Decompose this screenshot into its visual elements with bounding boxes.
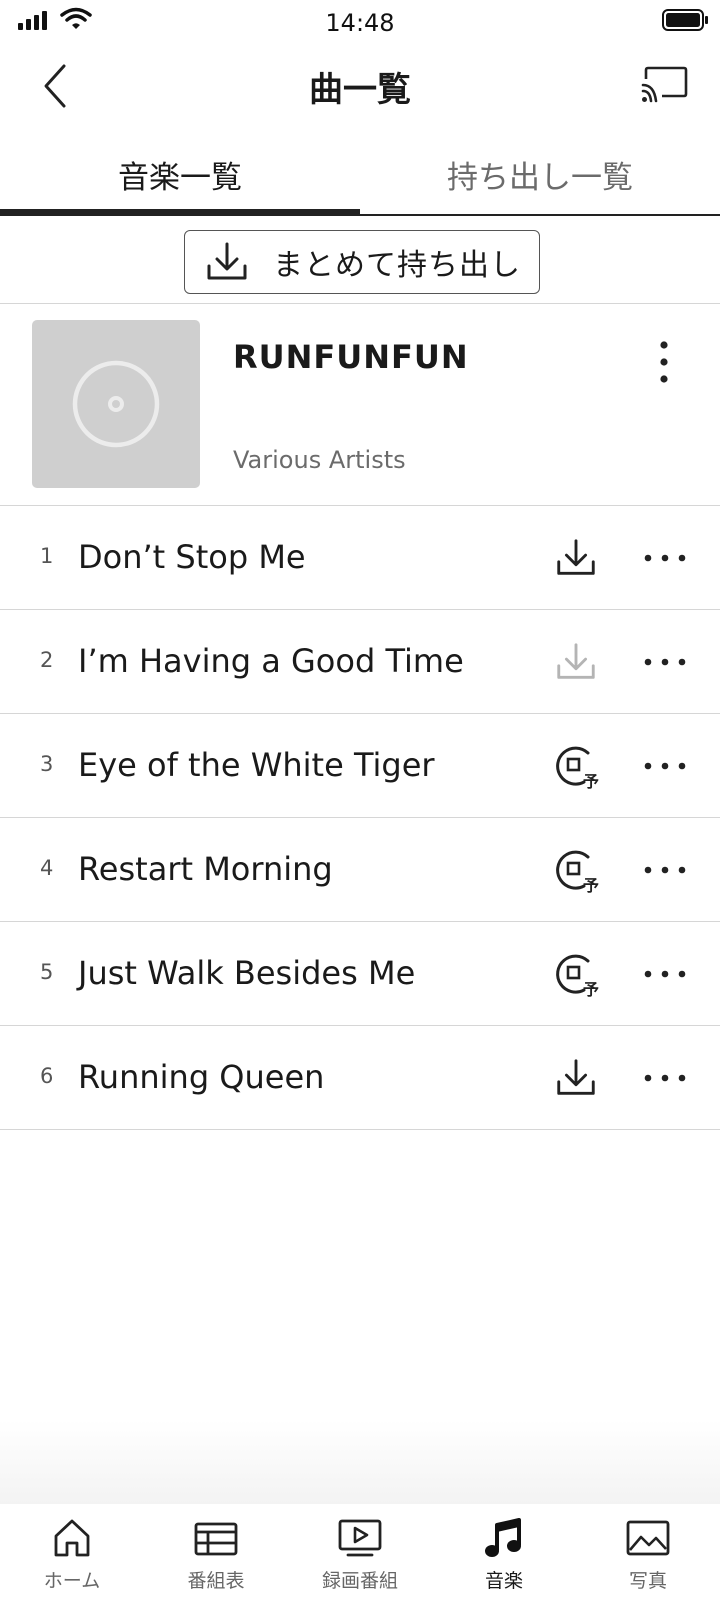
tab-takeout-list[interactable]: 持ち出し一覧 [360, 134, 720, 214]
track-title: I’m Having a Good Time [78, 642, 464, 680]
track-more-button[interactable] [638, 952, 692, 996]
track-more-button[interactable] [638, 744, 692, 788]
horizontal-ellipsis-icon [644, 1074, 686, 1082]
track-more-button[interactable] [638, 640, 692, 684]
horizontal-ellipsis-icon [644, 970, 686, 978]
album-more-button[interactable] [640, 332, 688, 392]
bulk-takeout-button[interactable]: まとめて持ち出し [184, 230, 540, 294]
track-reserved-button[interactable]: 予 [550, 948, 602, 1000]
track-download-button[interactable] [550, 1052, 602, 1104]
reserved-icon: 予 [556, 850, 599, 895]
active-tab-indicator [0, 209, 360, 216]
track-number: 1 [40, 544, 54, 568]
tab-bar: 音楽一覧 持ち出し一覧 [0, 134, 720, 216]
track-number: 6 [40, 1064, 54, 1088]
nav-home-label: ホーム [43, 1570, 101, 1592]
horizontal-ellipsis-icon [644, 658, 686, 666]
nav-photo[interactable]: 写真 [576, 1504, 720, 1600]
track-row[interactable]: 1 Don’t Stop Me [0, 506, 720, 610]
track-number: 5 [40, 960, 54, 984]
nav-music[interactable]: 音楽 [432, 1504, 576, 1600]
recorded-icon [338, 1519, 382, 1557]
reserved-icon: 予 [556, 954, 599, 999]
music-icon [485, 1518, 521, 1557]
track-more-button[interactable] [638, 536, 692, 580]
download-icon [557, 1059, 595, 1095]
cast-button[interactable] [636, 60, 692, 110]
track-download-button[interactable] [550, 532, 602, 584]
battery-icon [662, 9, 708, 31]
track-row[interactable]: 6 Running Queen [0, 1026, 720, 1130]
reserved-icon: 予 [556, 746, 599, 791]
download-icon [557, 643, 595, 679]
reserved-mark: 予 [583, 876, 599, 895]
tv-guide-icon [194, 1522, 238, 1556]
status-bar: 14:48 [0, 0, 720, 44]
track-title: Restart Morning [78, 850, 333, 888]
page-title: 曲一覧 [309, 70, 411, 110]
photo-icon [626, 1520, 670, 1556]
tab-music-list[interactable]: 音楽一覧 [0, 134, 360, 214]
home-icon [54, 1519, 90, 1557]
track-list: 1 Don’t Stop Me 2 I’m Having a Good Time [0, 506, 720, 1130]
bulk-takeout-label: まとめて持ち出し [273, 248, 521, 283]
horizontal-ellipsis-icon [644, 762, 686, 770]
track-title: Running Queen [78, 1058, 325, 1096]
track-row[interactable]: 4 Restart Morning 予 [0, 818, 720, 922]
track-row[interactable]: 3 Eye of the White Tiger 予 [0, 714, 720, 818]
track-number: 3 [40, 752, 54, 776]
track-reserved-button[interactable]: 予 [550, 740, 602, 792]
track-row[interactable]: 2 I’m Having a Good Time [0, 610, 720, 714]
album-header: RUNFUNFUN Various Artists [0, 304, 720, 506]
download-icon [557, 539, 595, 575]
track-download-button-disabled [550, 636, 602, 688]
album-title: RUNFUNFUN [233, 338, 469, 376]
track-title: Don’t Stop Me [78, 538, 306, 576]
nav-music-label: 音楽 [484, 1570, 523, 1592]
nav-tv-guide-label: 番組表 [187, 1570, 245, 1592]
track-title: Eye of the White Tiger [78, 746, 435, 784]
track-reserved-button[interactable]: 予 [550, 844, 602, 896]
download-icon [207, 242, 247, 280]
album-artist: Various Artists [233, 446, 406, 474]
nav-home[interactable]: ホーム [0, 1504, 144, 1600]
horizontal-ellipsis-icon [644, 554, 686, 562]
cast-icon [641, 66, 688, 103]
track-number: 2 [40, 648, 54, 672]
reserved-mark: 予 [583, 980, 599, 999]
bottom-fade [0, 1420, 720, 1504]
track-title: Just Walk Besides Me [78, 954, 416, 992]
screen: 14:48 曲一覧 音楽一覧 持ち出し一覧 まとめて持ち出し RUNFUNFUN… [0, 0, 720, 1600]
track-number: 4 [40, 856, 54, 880]
horizontal-ellipsis-icon [644, 866, 686, 874]
header: 曲一覧 [0, 44, 720, 130]
disc-icon [72, 360, 160, 448]
track-more-button[interactable] [638, 848, 692, 892]
track-row[interactable]: 5 Just Walk Besides Me 予 [0, 922, 720, 1026]
bottom-nav: ホーム 番組表 録画番組 音楽 写真 [0, 1504, 720, 1600]
album-cover [32, 320, 200, 488]
nav-photo-label: 写真 [628, 1570, 667, 1592]
reserved-mark: 予 [583, 772, 599, 791]
nav-recorded-label: 録画番組 [321, 1570, 398, 1592]
nav-recorded[interactable]: 録画番組 [288, 1504, 432, 1600]
nav-tv-guide[interactable]: 番組表 [144, 1504, 288, 1600]
status-time: 14:48 [325, 9, 395, 37]
track-more-button[interactable] [638, 1056, 692, 1100]
vertical-ellipsis-icon [660, 341, 668, 383]
bulk-takeout-section: まとめて持ち出し [0, 216, 720, 304]
